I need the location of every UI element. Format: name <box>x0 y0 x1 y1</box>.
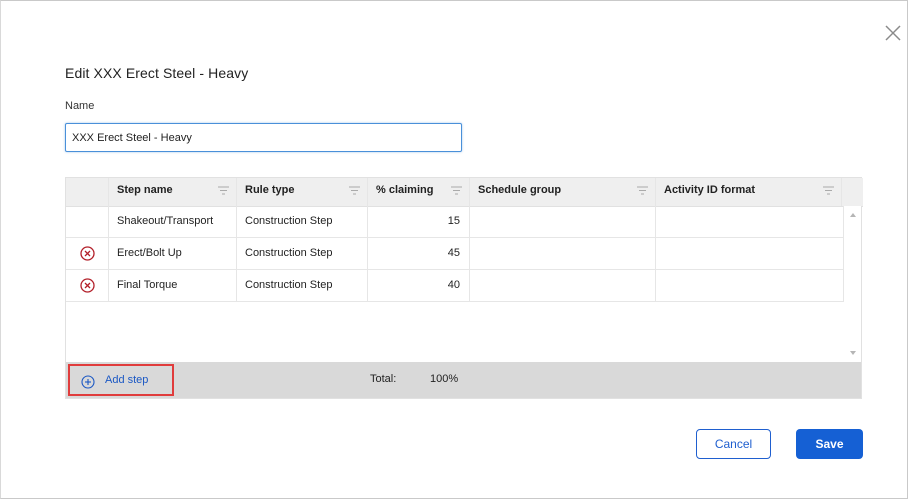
filter-icon[interactable] <box>218 186 229 195</box>
name-label: Name <box>65 100 95 112</box>
activity-id-format-cell[interactable] <box>656 270 844 301</box>
step-name-cell[interactable]: Final Torque <box>109 270 237 301</box>
step-name-cell[interactable]: Erect/Bolt Up <box>109 238 237 269</box>
schedule-group-cell[interactable] <box>470 206 656 237</box>
remove-circle-icon[interactable] <box>80 246 95 261</box>
steps-grid: Step name Rule type % claiming Schedule … <box>65 177 863 399</box>
close-icon[interactable] <box>882 22 904 44</box>
header-remove-col <box>66 178 109 206</box>
save-button[interactable]: Save <box>796 429 863 459</box>
name-input[interactable] <box>65 123 462 152</box>
header-step-name[interactable]: Step name <box>109 178 237 206</box>
header-rule-type-label: Rule type <box>245 184 295 196</box>
add-step-label: Add step <box>105 374 149 386</box>
claiming-cell[interactable]: 15 <box>368 206 470 237</box>
filter-icon[interactable] <box>451 186 462 195</box>
grid-footer: Add step Total: 100% <box>66 362 861 398</box>
claiming-cell[interactable]: 45 <box>368 238 470 269</box>
grid-header: Step name Rule type % claiming Schedule … <box>66 178 863 207</box>
add-circle-icon <box>81 375 95 389</box>
dialog-title: Edit XXX Erect Steel - Heavy <box>65 65 249 81</box>
activity-id-format-cell[interactable] <box>656 206 844 237</box>
header-activity-id-format[interactable]: Activity ID format <box>656 178 842 206</box>
header-rule-type[interactable]: Rule type <box>237 178 368 206</box>
rule-type-cell[interactable]: Construction Step <box>237 270 368 301</box>
total-label: Total: <box>370 373 397 385</box>
header-step-name-label: Step name <box>117 184 173 196</box>
total-value: 100% <box>430 373 459 385</box>
table-row[interactable]: Final Torque Construction Step 40 <box>66 270 844 302</box>
activity-id-format-cell[interactable] <box>656 238 844 269</box>
table-row[interactable]: Shakeout/Transport Construction Step 15 <box>66 206 844 238</box>
header-schedule-group-label: Schedule group <box>478 184 562 196</box>
header-claiming-label: % claiming <box>376 184 434 196</box>
grid-scrollbar[interactable] <box>844 206 861 362</box>
remove-circle-icon[interactable] <box>80 278 95 293</box>
filter-icon[interactable] <box>823 186 834 195</box>
step-name-cell[interactable]: Shakeout/Transport <box>109 206 237 237</box>
add-step-button[interactable]: Add step <box>68 364 174 396</box>
edit-dialog: Edit XXX Erect Steel - Heavy Name Step n… <box>0 0 908 499</box>
remove-cell <box>66 238 109 269</box>
schedule-group-cell[interactable] <box>470 270 656 301</box>
header-activity-id-format-label: Activity ID format <box>664 184 756 196</box>
rule-type-cell[interactable]: Construction Step <box>237 238 368 269</box>
filter-icon[interactable] <box>349 186 360 195</box>
scroll-up-icon[interactable] <box>849 212 857 218</box>
header-schedule-group[interactable]: Schedule group <box>470 178 656 206</box>
header-claiming[interactable]: % claiming <box>368 178 470 206</box>
claiming-cell[interactable]: 40 <box>368 270 470 301</box>
table-row[interactable]: Erect/Bolt Up Construction Step 45 <box>66 238 844 270</box>
filter-icon[interactable] <box>637 186 648 195</box>
scroll-down-icon[interactable] <box>849 350 857 356</box>
remove-cell <box>66 270 109 301</box>
remove-cell <box>66 206 109 237</box>
cancel-button[interactable]: Cancel <box>696 429 771 459</box>
rule-type-cell[interactable]: Construction Step <box>237 206 368 237</box>
schedule-group-cell[interactable] <box>470 238 656 269</box>
